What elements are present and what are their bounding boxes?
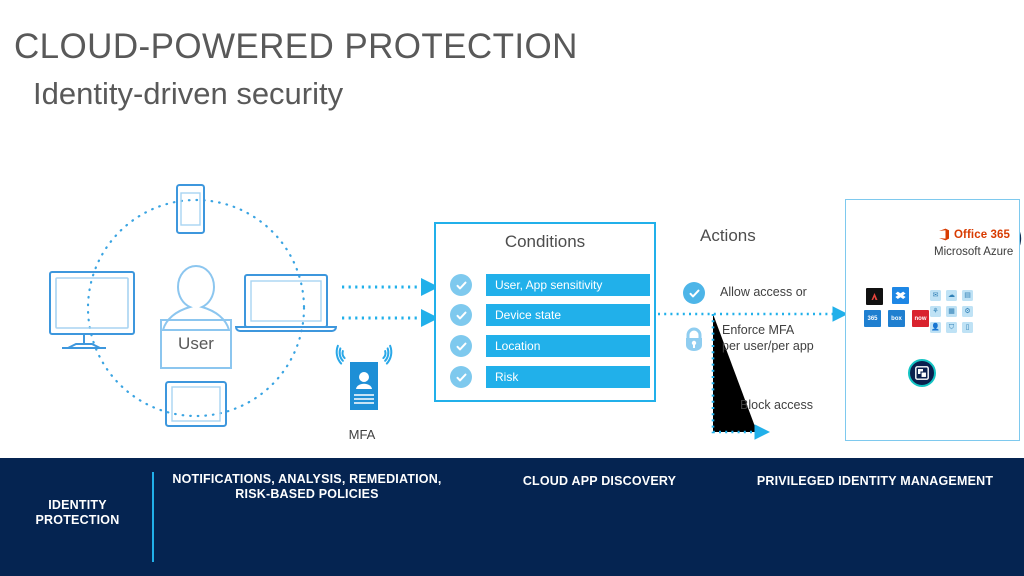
dropbox-tile	[892, 287, 909, 304]
notifications-line2: RISK-BASED POLICIES	[235, 487, 379, 501]
cloud-icon: ☁	[946, 290, 957, 301]
action-label-enforce-mfa: Enforce MFA per user/per app	[722, 323, 814, 353]
bottom-section-privileged-identity-management: PRIVILEGED IDENTITY MANAGEMENT	[756, 474, 994, 488]
check-circle-icon	[450, 366, 472, 388]
window-icon: ▤	[962, 290, 973, 301]
notifications-line1: NOTIFICATIONS, ANALYSIS, REMEDIATION,	[172, 472, 442, 486]
identity-protection-line1: IDENTITY	[48, 498, 107, 512]
slide-canvas: CLOUD-POWERED PROTECTION Identity-driven…	[0, 0, 1024, 576]
office365-logo: Office 365	[938, 228, 1010, 241]
bottom-section-identity-protection: IDENTITY PROTECTION	[10, 498, 145, 528]
servicenow-tile: now	[912, 310, 929, 327]
user-label: User	[178, 334, 214, 353]
grid-icon: ▦	[946, 306, 957, 317]
conditions-title: Conditions	[504, 232, 586, 251]
condition-row-2[interactable]: Location	[450, 335, 650, 357]
check-circle-icon	[450, 335, 472, 357]
condition-row-0[interactable]: User, App sensitivity	[450, 274, 650, 296]
cloud-app-discovery-icon	[908, 359, 936, 387]
action-label-block: Block access	[740, 398, 813, 412]
box-tile: box	[888, 310, 905, 327]
condition-label: Device state	[486, 304, 650, 326]
adobe-tile	[866, 288, 883, 305]
page-subtitle: Identity-driven security	[33, 76, 344, 111]
shield-icon: ⛉	[946, 322, 957, 333]
bottom-section-notifications: NOTIFICATIONS, ANALYSIS, REMEDIATION, RI…	[152, 472, 462, 502]
office-logo-icon	[939, 228, 949, 241]
lock-icon	[682, 326, 706, 352]
device-icon: ▯	[962, 322, 973, 333]
check-circle-icon	[450, 304, 472, 326]
action-label-allow: Allow access or	[720, 285, 807, 299]
condition-label: User, App sensitivity	[486, 274, 650, 296]
page-title: CLOUD-POWERED PROTECTION	[14, 27, 578, 66]
person-network-icon: ⚘	[930, 306, 941, 317]
condition-row-3[interactable]: Risk	[450, 366, 650, 388]
mfa-label: MFA	[348, 427, 376, 442]
office365-label: Office 365	[954, 228, 1010, 241]
check-circle-icon	[450, 274, 472, 296]
mail-icon: ✉	[930, 290, 941, 301]
gear-icon: ⚙	[962, 306, 973, 317]
check-circle-icon	[683, 282, 705, 304]
condition-row-1[interactable]: Device state	[450, 304, 650, 326]
condition-label: Location	[486, 335, 650, 357]
condition-label: Risk	[486, 366, 650, 388]
actions-title: Actions	[700, 226, 756, 245]
bottom-section-cloud-app-discovery: CLOUD APP DISCOVERY	[522, 474, 677, 488]
user-icon: 👤	[930, 322, 941, 333]
office365-tile: 365	[864, 310, 881, 327]
identity-protection-line2: PROTECTION	[35, 513, 120, 527]
azure-label: Microsoft Azure	[934, 246, 1014, 258]
